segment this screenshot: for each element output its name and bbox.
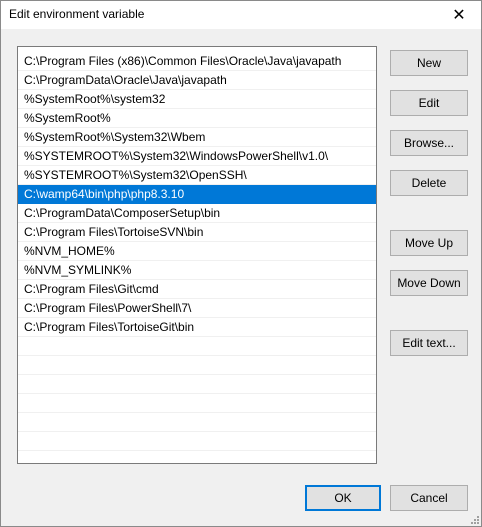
list-item-empty[interactable] — [18, 375, 376, 394]
new-button[interactable]: New — [390, 50, 468, 76]
list-item[interactable]: %SystemRoot%\System32\Wbem — [18, 128, 376, 147]
list-item-empty[interactable] — [18, 413, 376, 432]
edit-environment-variable-dialog: Edit environment variable ✕ C:\Program F… — [0, 0, 482, 527]
move-down-button[interactable]: Move Down — [390, 270, 468, 296]
list-item-empty[interactable] — [18, 394, 376, 413]
move-up-button[interactable]: Move Up — [390, 230, 468, 256]
list-item-empty[interactable] — [18, 337, 376, 356]
list-item[interactable]: %SYSTEMROOT%\System32\WindowsPowerShell\… — [18, 147, 376, 166]
list-item[interactable]: C:\wamp64\bin\php\php8.3.10 — [18, 185, 376, 204]
delete-button[interactable]: Delete — [390, 170, 468, 196]
list-item[interactable]: C:\Program Files\Git\cmd — [18, 280, 376, 299]
cancel-button[interactable]: Cancel — [390, 485, 468, 511]
list-item[interactable]: %SystemRoot% — [18, 109, 376, 128]
path-list[interactable]: C:\Program Files (x86)\Common Files\Orac… — [17, 46, 377, 464]
list-item[interactable]: %NVM_SYMLINK% — [18, 261, 376, 280]
list-item[interactable]: C:\Program Files\TortoiseSVN\bin — [18, 223, 376, 242]
list-item[interactable]: %SYSTEMROOT%\System32\OpenSSH\ — [18, 166, 376, 185]
dialog-title: Edit environment variable — [9, 7, 145, 21]
list-item[interactable]: C:\Program Files\TortoiseGit\bin — [18, 318, 376, 337]
list-item[interactable]: C:\Program Files (x86)\Common Files\Orac… — [18, 52, 376, 71]
resize-grip-icon[interactable] — [469, 514, 479, 524]
close-icon[interactable]: ✕ — [437, 1, 481, 29]
ok-button[interactable]: OK — [305, 485, 381, 511]
list-item[interactable]: C:\Program Files\PowerShell\7\ — [18, 299, 376, 318]
list-item[interactable]: C:\ProgramData\ComposerSetup\bin — [18, 204, 376, 223]
list-item[interactable]: %NVM_HOME% — [18, 242, 376, 261]
title-bar[interactable]: Edit environment variable ✕ — [1, 1, 481, 29]
list-item-empty[interactable] — [18, 451, 376, 463]
edit-text-button[interactable]: Edit text... — [390, 330, 468, 356]
list-item-empty[interactable] — [18, 432, 376, 451]
list-item[interactable]: C:\ProgramData\Oracle\Java\javapath — [18, 71, 376, 90]
browse-button[interactable]: Browse... — [390, 130, 468, 156]
edit-button[interactable]: Edit — [390, 90, 468, 116]
list-item-empty[interactable] — [18, 356, 376, 375]
list-item[interactable]: %SystemRoot%\system32 — [18, 90, 376, 109]
